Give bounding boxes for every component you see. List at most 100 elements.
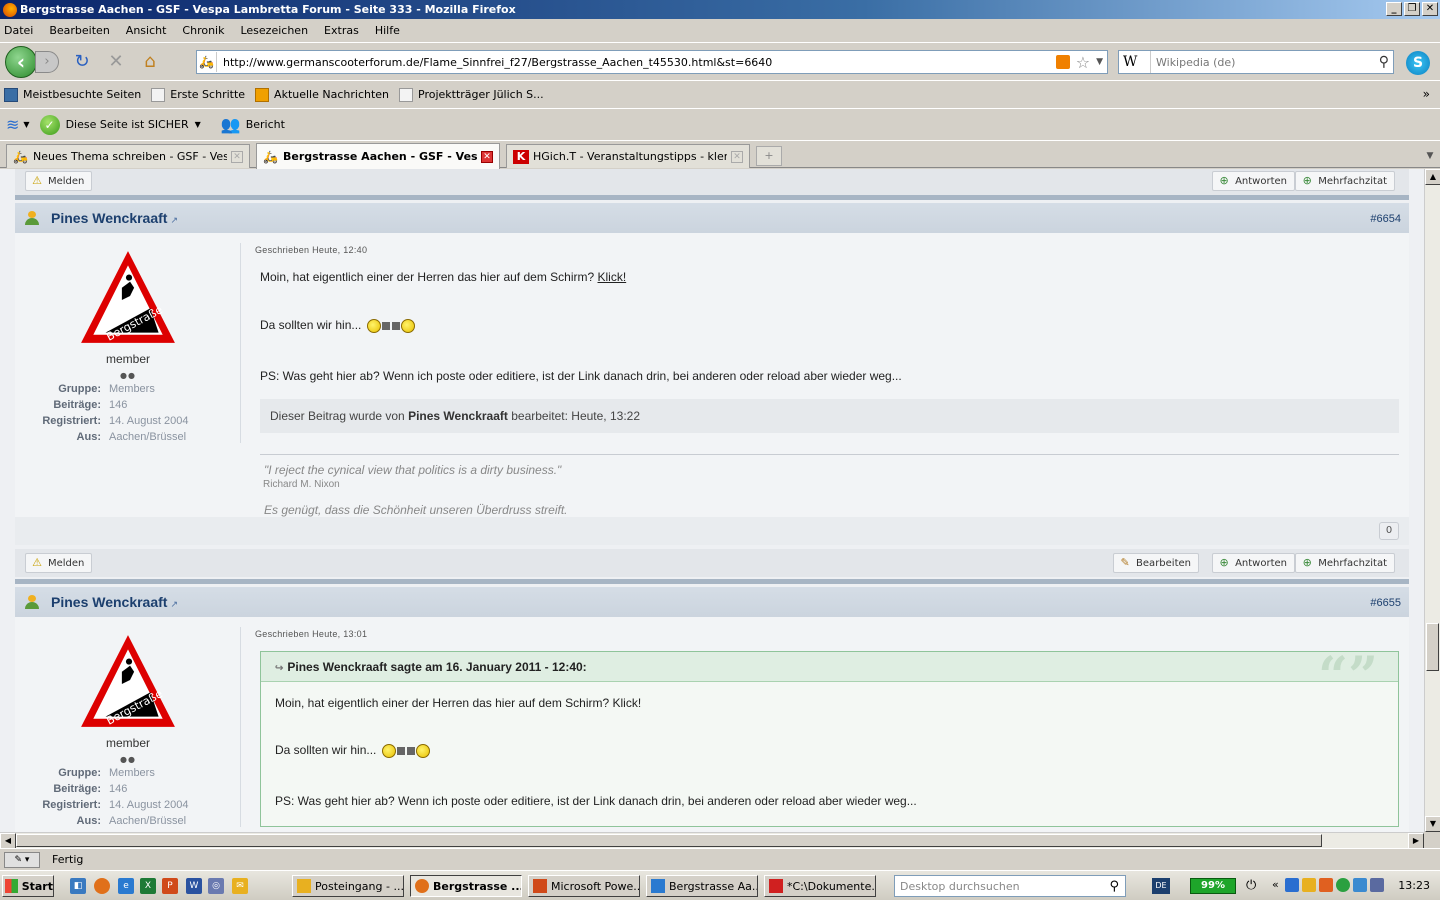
reload-icon[interactable]: ↻ xyxy=(71,51,93,73)
forward-button[interactable]: › xyxy=(35,50,59,73)
tray-wifi-icon[interactable] xyxy=(1353,878,1367,892)
horizontal-scrollbar[interactable]: ◀ ▶ xyxy=(0,832,1424,849)
menu-datei[interactable]: Datei xyxy=(4,24,33,37)
menu-bearbeiten[interactable]: Bearbeiten xyxy=(49,24,109,37)
scroll-left-icon[interactable]: ◀ xyxy=(0,833,16,849)
skype-icon[interactable]: S xyxy=(1406,51,1430,75)
post-number[interactable]: #6655 xyxy=(1370,597,1401,609)
safe-label[interactable]: Diese Seite ist SICHER xyxy=(66,118,189,131)
bookmarks-toolbar: Meistbesuchte Seiten Erste Schritte Aktu… xyxy=(0,80,1440,108)
tab-hgicht[interactable]: K HGich.T - Veranstaltungstipps - klenke… xyxy=(506,144,750,168)
url-dropdown-icon[interactable]: ▼ xyxy=(1096,57,1103,67)
menu-chronik[interactable]: Chronik xyxy=(182,24,224,37)
search-icon[interactable]: ⚲ xyxy=(1379,54,1389,70)
bookmark-meistbesuchte[interactable]: Meistbesuchte Seiten xyxy=(4,87,141,102)
quicklaunch-powerpoint-icon[interactable]: P xyxy=(162,878,178,894)
tray-mail-icon[interactable] xyxy=(1302,878,1316,892)
menu-extras[interactable]: Extras xyxy=(324,24,359,37)
post-number[interactable]: #6654 xyxy=(1370,213,1401,225)
post-author[interactable]: Pines Wenckraaft ↗ xyxy=(51,210,178,226)
dropdown-arrow-icon[interactable]: ▼ xyxy=(23,120,29,129)
close-tab-icon[interactable]: ✕ xyxy=(731,150,743,163)
back-button[interactable]: ‹ xyxy=(5,45,37,78)
quicklaunch-excel-icon[interactable]: X xyxy=(140,878,156,894)
external-link-icon[interactable]: ↗ xyxy=(170,215,178,225)
quote-arrow-icon[interactable]: ↪ xyxy=(275,663,283,674)
scroll-down-icon[interactable]: ▼ xyxy=(1425,816,1440,832)
home-icon[interactable]: ⌂ xyxy=(139,51,161,73)
desktop-search-placeholder[interactable]: Desktop durchsuchen xyxy=(895,880,1109,893)
quicklaunch-mail-icon[interactable]: ✉ xyxy=(232,878,248,894)
scroll-up-icon[interactable]: ▲ xyxy=(1425,169,1440,185)
tab-neues-thema[interactable]: 🛵 Neues Thema schreiben - GSF - Vespa ..… xyxy=(6,144,250,168)
dropdown-arrow-icon[interactable]: ▼ xyxy=(195,120,201,129)
scroll-right-icon[interactable]: ▶ xyxy=(1408,833,1424,849)
report-label[interactable]: Bericht xyxy=(246,118,285,131)
language-indicator[interactable]: DE xyxy=(1152,878,1170,894)
tray-security-icon[interactable] xyxy=(1336,878,1350,892)
tray-app-icon[interactable] xyxy=(1319,878,1333,892)
close-tab-icon[interactable]: ✕ xyxy=(481,150,493,163)
author-name[interactable]: Pines Wenckraaft xyxy=(51,210,167,226)
minimize-button[interactable]: _ xyxy=(1386,2,1402,16)
desktop-search[interactable]: Desktop durchsuchen ⚲ xyxy=(894,875,1126,897)
user-rank: member xyxy=(105,736,150,750)
search-icon[interactable]: ⚲ xyxy=(1109,879,1119,894)
tab-list-icon[interactable]: ▼ xyxy=(1422,146,1438,166)
wifi-icon[interactable]: ≋ xyxy=(6,115,19,134)
stop-icon[interactable]: ✕ xyxy=(105,51,127,73)
search-box[interactable]: W Wikipedia (de) ⚲ xyxy=(1118,50,1394,74)
tray-search-icon[interactable] xyxy=(1370,878,1384,892)
task-bergstrasse-ie[interactable]: Bergstrasse Aa... xyxy=(646,875,758,897)
quicklaunch-app-icon[interactable]: ◎ xyxy=(208,878,224,894)
search-placeholder[interactable]: Wikipedia (de) xyxy=(1151,56,1379,69)
quicklaunch-word-icon[interactable]: W xyxy=(186,878,202,894)
report-button[interactable]: ⚠ Melden xyxy=(25,553,93,573)
bookmark-erste-schritte[interactable]: Erste Schritte xyxy=(151,87,245,102)
bookmark-aktuelle-nachrichten[interactable]: Aktuelle Nachrichten xyxy=(255,87,389,102)
close-tab-icon[interactable]: ✕ xyxy=(231,150,243,163)
quicklaunch-firefox-icon[interactable] xyxy=(94,878,110,894)
scroll-thumb[interactable] xyxy=(1426,623,1439,671)
post-author[interactable]: Pines Wenckraaft ↗ xyxy=(51,594,178,610)
url-text[interactable]: http://www.germanscooterforum.de/Flame_S… xyxy=(217,56,1056,69)
addon-status-icon[interactable]: ✎ ▾ xyxy=(4,851,40,868)
hscroll-thumb[interactable] xyxy=(16,834,1322,847)
quote-text: PS: Was geht hier ab? Wenn ich poste ode… xyxy=(275,794,917,808)
author-name[interactable]: Pines Wenckraaft xyxy=(51,594,167,610)
reputation-count[interactable]: 0 xyxy=(1379,522,1399,540)
more-bookmarks-icon[interactable]: » xyxy=(1423,87,1430,101)
task-posteingang[interactable]: Posteingang - ... xyxy=(292,875,404,897)
wikipedia-icon[interactable]: W xyxy=(1119,51,1151,73)
maximize-button[interactable]: ❐ xyxy=(1404,2,1420,16)
start-button[interactable]: Start xyxy=(2,875,54,897)
menu-hilfe[interactable]: Hilfe xyxy=(375,24,400,37)
multiquote-button[interactable]: ⊕ Mehrfachzitat xyxy=(1295,553,1395,573)
tab-bergstrasse[interactable]: 🛵 Bergstrasse Aachen - GSF - Vesp... ✕ xyxy=(256,143,500,169)
battery-indicator[interactable]: 99% xyxy=(1190,878,1236,894)
tray-network-icon[interactable] xyxy=(1285,878,1299,892)
menu-ansicht[interactable]: Ansicht xyxy=(126,24,167,37)
reply-button[interactable]: ⊕ Antworten xyxy=(1212,171,1295,191)
report-button[interactable]: ⚠ Melden xyxy=(25,171,93,191)
task-dokumente[interactable]: *C:\Dokumente... xyxy=(764,875,876,897)
tray-chevron-icon[interactable]: « xyxy=(1272,878,1282,892)
bookmark-star-icon[interactable]: ☆ xyxy=(1076,53,1090,72)
edit-button[interactable]: ✎ Bearbeiten xyxy=(1113,553,1199,573)
task-powerpoint[interactable]: Microsoft Powe... xyxy=(528,875,640,897)
url-bar[interactable]: 🛵 http://www.germanscooterforum.de/Flame… xyxy=(196,50,1108,74)
quicklaunch-ie-icon[interactable]: e xyxy=(118,878,134,894)
rss-feed-icon[interactable] xyxy=(1055,55,1070,69)
vertical-scrollbar[interactable]: ▲ ▼ xyxy=(1424,169,1440,832)
task-bergstrasse-firefox[interactable]: Bergstrasse ... xyxy=(410,875,522,897)
klick-link[interactable]: Klick! xyxy=(598,270,627,284)
external-link-icon[interactable]: ↗ xyxy=(170,599,178,609)
bookmark-projekttraeger[interactable]: Projektträger Jülich S... xyxy=(399,87,544,102)
menu-lesezeichen[interactable]: Lesezeichen xyxy=(240,24,308,37)
quicklaunch-desktop-icon[interactable]: ◧ xyxy=(70,878,86,894)
multiquote-button[interactable]: ⊕ Mehrfachzitat xyxy=(1295,171,1395,191)
reply-button[interactable]: ⊕ Antworten xyxy=(1212,553,1295,573)
site-favicon-icon: 🛵 xyxy=(197,52,217,72)
close-button[interactable]: ✕ xyxy=(1422,2,1438,16)
new-tab-button[interactable]: + xyxy=(756,146,782,166)
